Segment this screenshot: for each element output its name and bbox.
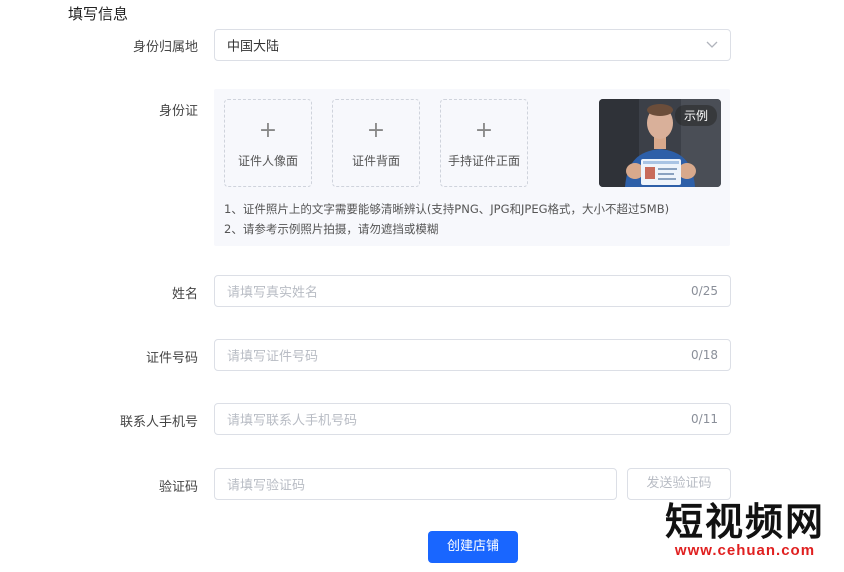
upload-handheld-label: 手持证件正面 (447, 154, 520, 168)
phone-placeholder: 请填写联系人手机号码 (227, 413, 358, 429)
chevron-down-icon (706, 41, 718, 48)
send-code-button[interactable]: 发送验证码 (627, 468, 731, 500)
watermark-text: 短视频网 (664, 500, 825, 544)
id-number-label: 证件号码 (145, 351, 198, 366)
sample-photo[interactable]: 示例 (599, 99, 721, 187)
section-title: 填写信息 (68, 5, 129, 23)
upload-note-1: 1、证件照片上的文字需要能够清晰辨认(支持PNG、JPG和JPEG格式，大小不超… (224, 202, 670, 216)
region-select[interactable]: 中国大陆 (214, 29, 731, 61)
upload-handheld[interactable]: + 手持证件正面 (440, 99, 528, 187)
name-char-counter: 0/25 (691, 284, 718, 298)
id-number-input[interactable]: 请填写证件号码 0/18 (214, 339, 731, 371)
phone-input[interactable]: 请填写联系人手机号码 0/11 (214, 403, 731, 435)
id-card-label: 身份证 (158, 104, 198, 119)
verify-code-input[interactable]: 请填写验证码 (214, 468, 617, 500)
phone-char-counter: 0/11 (691, 412, 718, 426)
plus-icon: + (258, 118, 278, 143)
name-placeholder: 请填写真实姓名 (227, 285, 319, 301)
region-label: 身份归属地 (132, 40, 198, 55)
upload-back-side-label: 证件背面 (351, 154, 400, 168)
watermark-url: www.cehuan.com (674, 542, 816, 559)
name-input[interactable]: 请填写真实姓名 0/25 (214, 275, 731, 307)
upload-portrait-side-label: 证件人像面 (237, 154, 298, 168)
plus-icon: + (366, 118, 386, 143)
verify-code-label: 验证码 (158, 480, 198, 495)
watermark: 短视频网 www.cehuan.com (655, 500, 835, 564)
phone-label: 联系人手机号 (119, 415, 198, 430)
sample-badge: 示例 (674, 105, 717, 126)
verify-code-placeholder: 请填写验证码 (227, 478, 306, 494)
id-number-placeholder: 请填写证件号码 (227, 349, 319, 365)
upload-portrait-side[interactable]: + 证件人像面 (224, 99, 312, 187)
name-label: 姓名 (171, 287, 198, 302)
id-card-panel: + 证件人像面 + 证件背面 + 手持证件正面 示例 1、证件照片上的文字需要能… (214, 89, 730, 246)
upload-back-side[interactable]: + 证件背面 (332, 99, 420, 187)
region-value: 中国大陆 (227, 39, 280, 55)
plus-icon: + (474, 118, 494, 143)
upload-note-2: 2、请参考示例照片拍摄，请勿遮挡或模糊 (224, 222, 439, 236)
id-number-char-counter: 0/18 (691, 348, 718, 362)
create-store-button[interactable]: 创建店铺 (428, 531, 518, 563)
